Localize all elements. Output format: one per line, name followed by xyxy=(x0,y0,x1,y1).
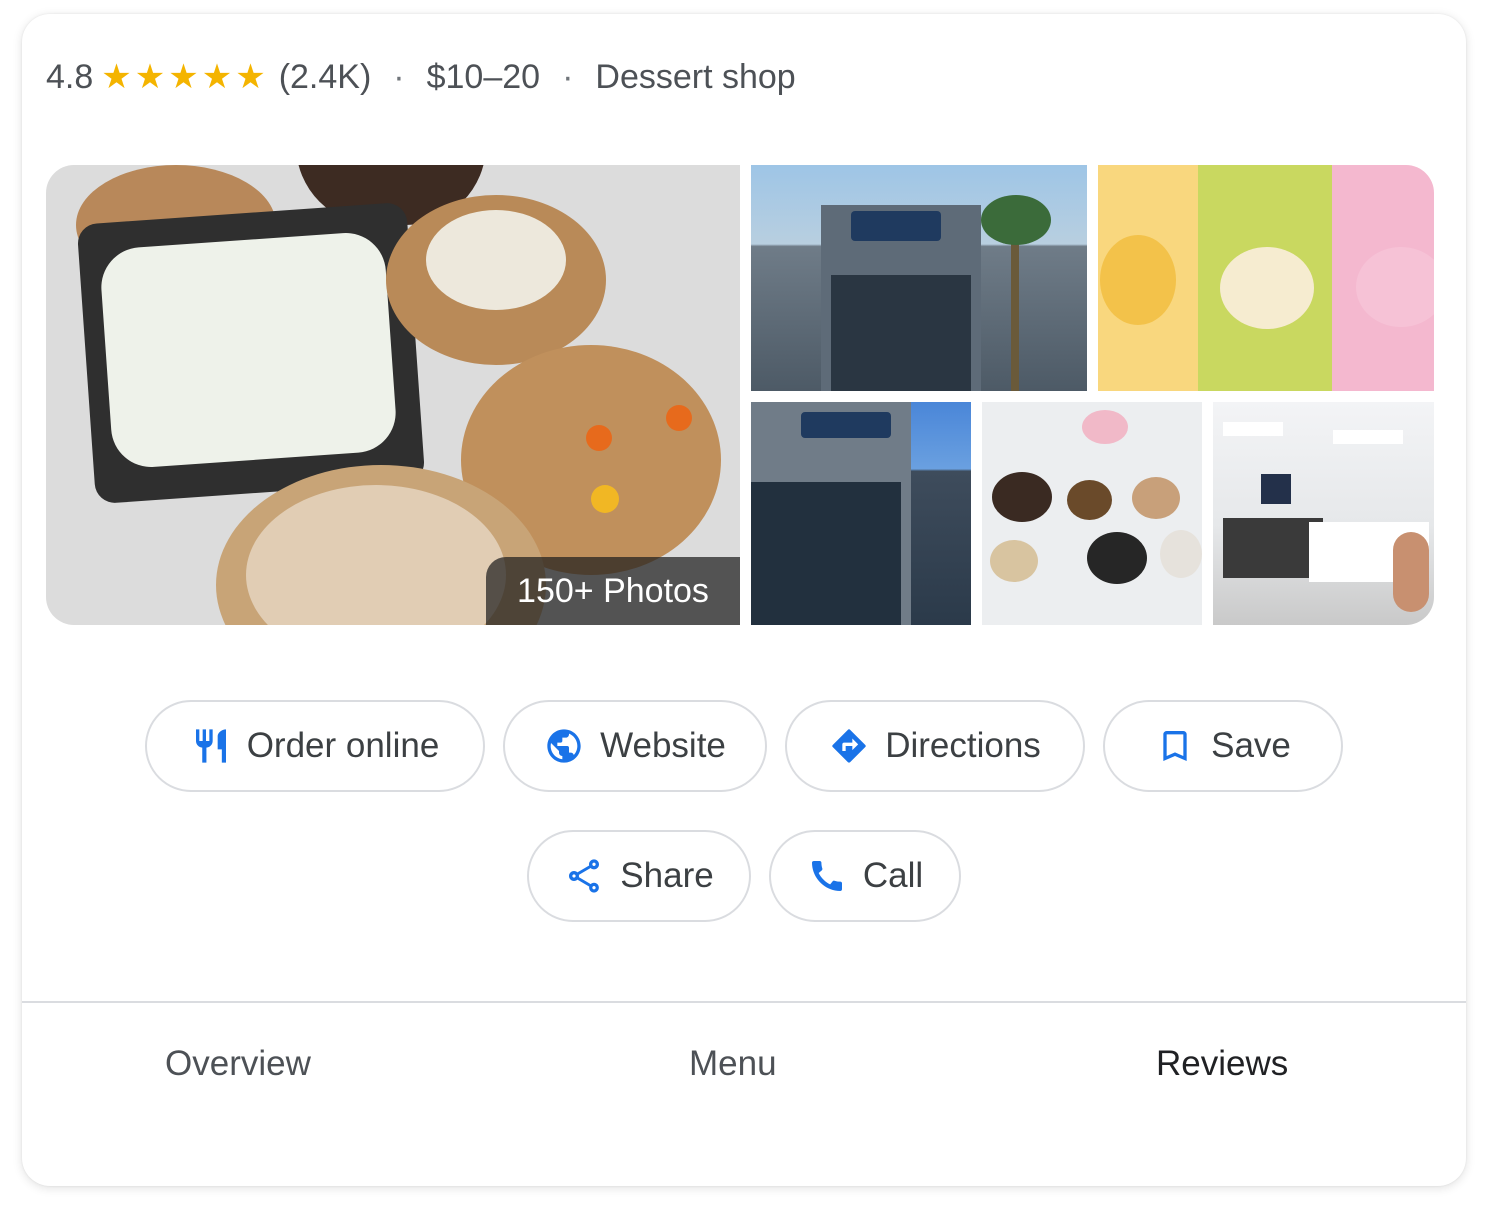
order-online-button[interactable]: Order online xyxy=(145,700,485,792)
star-icon: ★ xyxy=(168,58,199,96)
photo-cookies-on-table[interactable] xyxy=(982,402,1202,625)
call-button[interactable]: Call xyxy=(769,830,961,922)
directions-label: Directions xyxy=(885,726,1041,765)
category-label: Dessert shop xyxy=(595,57,796,96)
star-icon: ★ xyxy=(235,58,266,96)
rating-stars[interactable]: ★ ★ ★ ★ ★ xyxy=(101,60,268,94)
photos-count-badge[interactable]: 150+ Photos xyxy=(486,557,740,625)
photo-storefront[interactable] xyxy=(751,165,1087,391)
separator-dot: · xyxy=(393,57,405,96)
review-count[interactable]: (2.4K) xyxy=(279,58,372,97)
place-card: 4.8 ★ ★ ★ ★ ★ (2.4K) · $10–20 · Dessert … xyxy=(22,14,1466,1186)
photo-cookie-trio[interactable] xyxy=(1098,165,1434,391)
phone-icon xyxy=(811,861,842,891)
call-label: Call xyxy=(862,856,924,895)
rating-value: 4.8 xyxy=(46,57,94,96)
photo-storefront-2[interactable] xyxy=(751,402,971,625)
separator-dot: · xyxy=(562,57,574,96)
restaurant-icon xyxy=(195,729,226,763)
share-icon xyxy=(569,859,600,893)
tab-menu[interactable]: Menu xyxy=(689,1044,777,1084)
place-summary: 4.8 ★ ★ ★ ★ ★ (2.4K) · $10–20 · Dessert … xyxy=(46,54,796,100)
star-icon: ★ xyxy=(201,58,233,96)
star-icon: ★ xyxy=(101,58,132,96)
tab-overview[interactable]: Overview xyxy=(165,1044,311,1084)
directions-icon xyxy=(832,729,866,763)
share-label: Share xyxy=(620,856,714,895)
tabs-divider xyxy=(22,1001,1466,1003)
star-icon: ★ xyxy=(134,58,166,96)
tab-reviews[interactable]: Reviews xyxy=(1156,1044,1288,1084)
directions-button[interactable]: Directions xyxy=(785,700,1085,792)
save-button[interactable]: Save xyxy=(1103,700,1343,792)
bookmark-icon xyxy=(1163,731,1187,761)
save-label: Save xyxy=(1211,726,1291,765)
main-photo-cookies-box[interactable]: 150+ Photos xyxy=(46,165,740,625)
photo-interior[interactable] xyxy=(1213,402,1434,625)
website-button[interactable]: Website xyxy=(503,700,767,792)
order-online-label: Order online xyxy=(246,726,440,765)
globe-icon xyxy=(547,729,581,763)
price-range: $10–20 xyxy=(426,57,541,96)
website-label: Website xyxy=(600,726,726,765)
action-buttons-row-1: Order online Website Directions Save xyxy=(22,700,1466,792)
share-button[interactable]: Share xyxy=(527,830,751,922)
action-buttons-row-2: Share Call xyxy=(22,830,1466,922)
